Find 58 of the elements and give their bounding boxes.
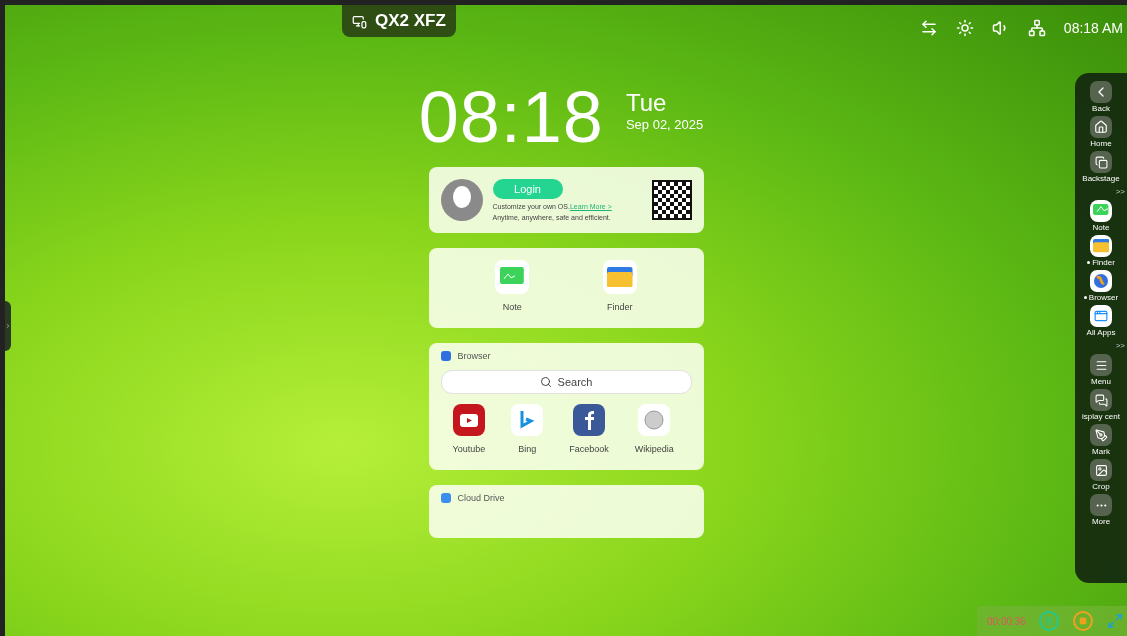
f-letter-icon (573, 404, 605, 436)
date: Sep 02, 2025 (625, 117, 704, 132)
chat-bubbles-icon (1090, 389, 1112, 411)
pen-icon (1090, 424, 1112, 446)
card-title: Cloud Drive (457, 493, 505, 503)
whiteboard-icon (1090, 200, 1112, 222)
qr-code (651, 180, 692, 220)
more-icon (1090, 494, 1112, 516)
device-name: QX2 XFZ (375, 11, 446, 31)
search-field[interactable]: Search (440, 370, 692, 394)
site-shortcut[interactable]: Wikipedia (634, 404, 674, 454)
sidebar-item[interactable]: Browser (1075, 270, 1127, 302)
running-dot (1083, 296, 1087, 299)
avatar-icon (440, 179, 483, 221)
back-icon (1090, 81, 1112, 103)
site-shortcut[interactable]: Facebook (569, 404, 609, 454)
sidebar-item[interactable]: isplay cent (1075, 389, 1127, 421)
sidebar-item[interactable]: Home (1075, 116, 1127, 148)
sidebar-item[interactable]: Mark (1075, 424, 1127, 456)
folder-icon (1090, 235, 1112, 257)
app-grid-icon (1090, 305, 1112, 327)
sidebar-item[interactable]: Backstage (1075, 151, 1127, 183)
running-dot (1087, 261, 1091, 264)
b-letter-icon (511, 404, 544, 436)
clock-time: 08:18 (418, 81, 604, 153)
whiteboard-icon (495, 260, 530, 294)
sidebar-item[interactable]: More (1075, 494, 1127, 526)
chevron-right-icon (5, 322, 11, 330)
image-icon (1090, 459, 1112, 481)
search-icon (539, 376, 552, 388)
sidebar-item[interactable]: Crop (1075, 459, 1127, 491)
home-icon (1090, 116, 1112, 138)
device-icon (352, 13, 367, 29)
sidebar-separator: >> (1115, 187, 1126, 196)
card-title: Browser (457, 351, 491, 361)
switch-icon[interactable] (919, 19, 938, 37)
side-handle[interactable] (5, 301, 11, 351)
network-icon[interactable] (1027, 19, 1046, 37)
sidebar-separator: >> (1115, 341, 1126, 350)
pause-icon (1044, 616, 1054, 626)
sidebar-item[interactable]: Menu (1075, 354, 1127, 386)
weekday: Tue (625, 89, 668, 117)
menu-icon (1090, 354, 1112, 376)
stacked-windows-icon (1090, 151, 1112, 173)
sidebar-item[interactable]: Finder (1075, 235, 1127, 267)
sidebar-item[interactable]: All Apps (1075, 305, 1127, 337)
folder-icon (602, 260, 637, 294)
video-play-icon (452, 404, 485, 436)
sidebar-item[interactable]: Note (1075, 200, 1127, 232)
sidebar-item[interactable]: Back (1075, 81, 1127, 113)
recording-time: 00:00:36 (987, 615, 1025, 627)
stop-icon (1079, 617, 1087, 625)
app-shortcut[interactable]: Note (495, 260, 530, 312)
site-shortcut[interactable]: Youtube (452, 404, 486, 454)
brightness-icon[interactable] (955, 19, 974, 37)
app-shortcut[interactable]: Finder (602, 260, 637, 312)
status-time: 08:18 AM (1063, 20, 1123, 36)
site-shortcut[interactable]: Bing (511, 404, 544, 454)
